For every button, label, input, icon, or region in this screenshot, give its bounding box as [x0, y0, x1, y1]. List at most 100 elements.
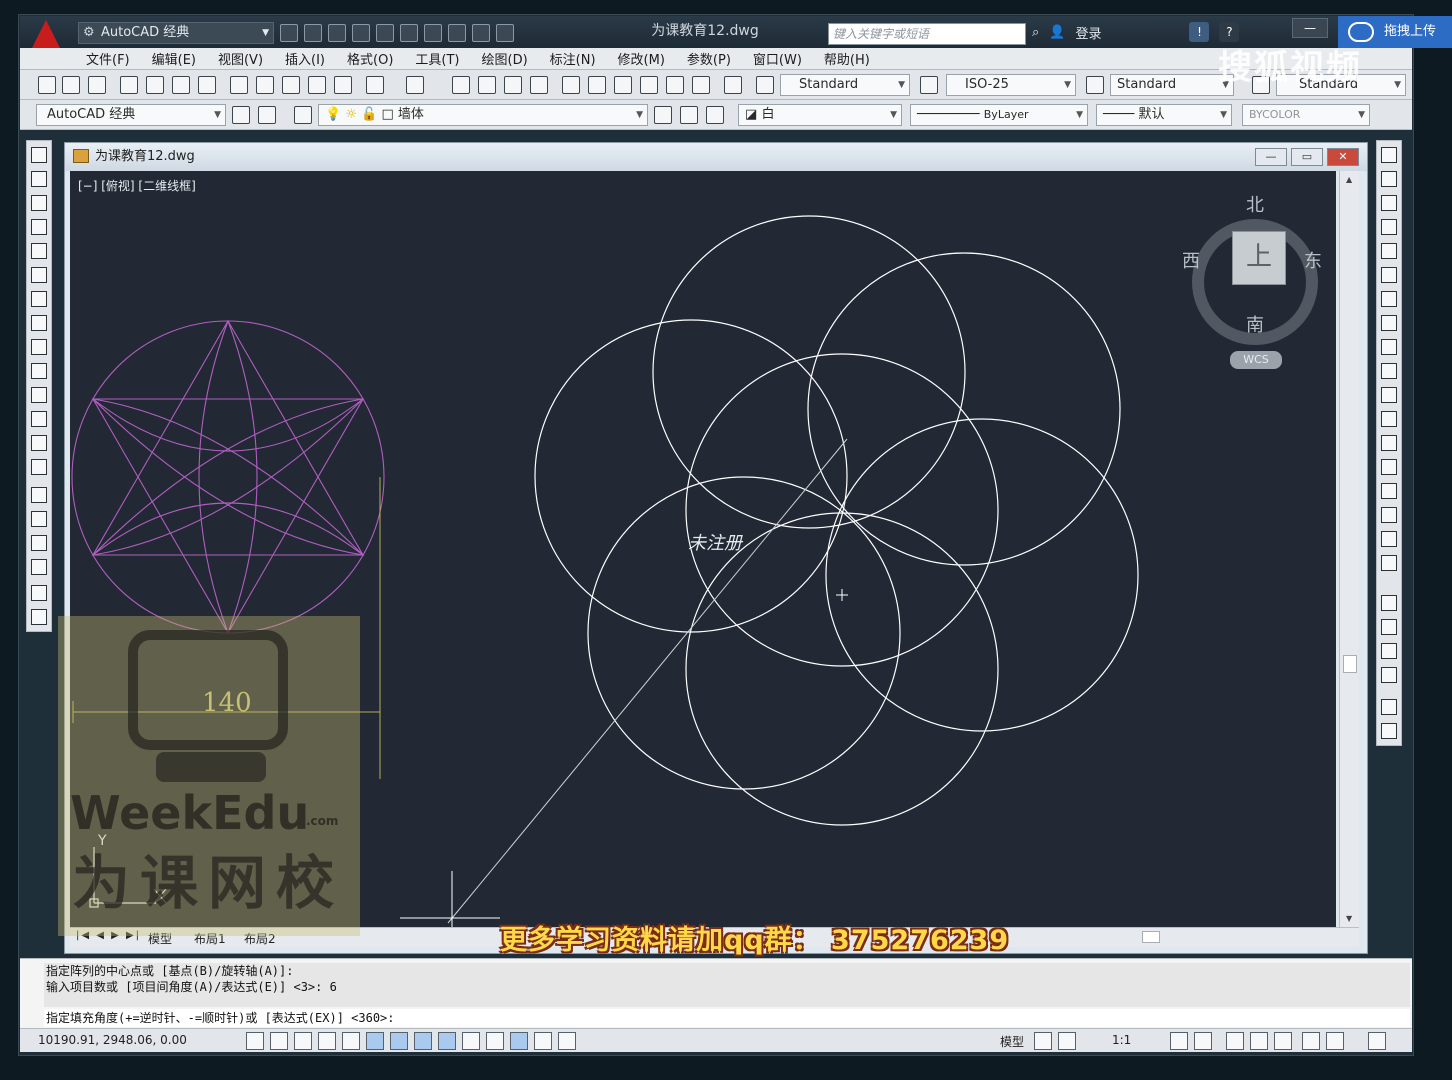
text-style-select[interactable]: Standard ▼: [780, 74, 910, 96]
menu-modify[interactable]: 修改(M): [618, 49, 665, 68]
annotation-visibility-icon[interactable]: [1170, 1032, 1188, 1050]
status-bar-menu-icon[interactable]: [1326, 1032, 1344, 1050]
new-file-icon[interactable]: [38, 76, 56, 94]
save-file-icon[interactable]: [88, 76, 106, 94]
workspace-combo[interactable]: AutoCAD 经典 ▼: [36, 104, 226, 126]
stretch-icon[interactable]: [1381, 339, 1397, 355]
print-icon[interactable]: [304, 24, 322, 42]
scroll-up-icon[interactable]: ▲: [1346, 175, 1352, 184]
annotation-scale[interactable]: 1:1: [1112, 1033, 1131, 1047]
pan-icon[interactable]: [452, 76, 470, 94]
publish-icon[interactable]: [472, 24, 490, 42]
menu-window[interactable]: 窗口(W): [753, 49, 802, 68]
layer-previous-icon[interactable]: [680, 106, 698, 124]
hatch-icon[interactable]: [31, 487, 47, 503]
rectangle-icon[interactable]: [31, 243, 47, 259]
binoculars-icon[interactable]: ⌕: [1032, 25, 1039, 40]
layer-select[interactable]: 💡 ☼ 🔓 □ 墙体 ▼: [318, 104, 648, 126]
copy-object-icon[interactable]: [1381, 171, 1397, 187]
menu-insert[interactable]: 插入(I): [285, 49, 325, 68]
quick-view-layouts-icon[interactable]: [1034, 1032, 1052, 1050]
revision-cloud-icon[interactable]: [31, 315, 47, 331]
minimize-drawing-button[interactable]: —: [1255, 148, 1287, 166]
rotate-icon[interactable]: [1381, 291, 1397, 307]
multiline-text-icon[interactable]: [31, 585, 47, 601]
selection-cycling-toggle[interactable]: [558, 1032, 576, 1050]
text-style-icon[interactable]: [756, 76, 774, 94]
polyline-icon[interactable]: [31, 195, 47, 211]
draworder-above-icon[interactable]: [1381, 643, 1397, 659]
workspace-switch-icon[interactable]: [1226, 1032, 1244, 1050]
spline-icon[interactable]: [31, 339, 47, 355]
open-icon[interactable]: [280, 24, 298, 42]
break-icon[interactable]: [1381, 435, 1397, 451]
region-icon[interactable]: [31, 535, 47, 551]
arc-icon[interactable]: [31, 267, 47, 283]
plot-style-select[interactable]: BYCOLOR ▼: [1242, 104, 1370, 126]
auto-scale-icon[interactable]: [1194, 1032, 1212, 1050]
construction-line-icon[interactable]: [31, 171, 47, 187]
saveas-icon[interactable]: [424, 24, 442, 42]
menu-dimension[interactable]: 标注(N): [550, 49, 596, 68]
join-icon[interactable]: [1381, 459, 1397, 475]
open-file-icon[interactable]: [62, 76, 80, 94]
login-link[interactable]: 登录: [1075, 23, 1101, 42]
zoom-previous-icon[interactable]: [530, 76, 548, 94]
hatch-back-icon[interactable]: [1381, 723, 1397, 739]
preview-icon[interactable]: [146, 76, 164, 94]
draworder-front-icon[interactable]: [1381, 595, 1397, 611]
workspace-settings-icon[interactable]: [232, 106, 250, 124]
make-block-icon[interactable]: [31, 435, 47, 451]
vertical-scroll-thumb[interactable]: [1343, 655, 1357, 673]
maximize-drawing-button[interactable]: ▭: [1291, 148, 1323, 166]
menu-help[interactable]: 帮助(H): [824, 49, 870, 68]
snap-toggle[interactable]: [270, 1032, 288, 1050]
quick-view-drawings-icon[interactable]: [1058, 1032, 1076, 1050]
lineweight-select[interactable]: ──── 默认 ▼: [1096, 104, 1232, 126]
3dosnap-toggle[interactable]: [390, 1032, 408, 1050]
mirror-icon[interactable]: [1381, 195, 1397, 211]
extend-icon[interactable]: [1381, 387, 1397, 403]
text-front-icon[interactable]: [1381, 699, 1397, 715]
layer-manager-icon[interactable]: [294, 106, 312, 124]
grid-toggle[interactable]: [294, 1032, 312, 1050]
otrack-toggle[interactable]: [414, 1032, 432, 1050]
undo-tb-icon[interactable]: [366, 76, 384, 94]
user-icon[interactable]: 👤: [1049, 25, 1065, 40]
new-icon[interactable]: [328, 24, 346, 42]
workspace-select[interactable]: ⚙ AutoCAD 经典 ▼: [78, 22, 274, 44]
move-icon[interactable]: [1381, 267, 1397, 283]
save-small-icon[interactable]: [496, 24, 514, 42]
help-tb-icon[interactable]: [724, 76, 742, 94]
horizontal-scroll-thumb[interactable]: [1142, 931, 1160, 943]
table-style-select[interactable]: Standard ▼: [1110, 74, 1234, 96]
minimize-button[interactable]: —: [1292, 18, 1328, 38]
lineweight-toggle[interactable]: [486, 1032, 504, 1050]
plot-icon[interactable]: [448, 24, 466, 42]
save-icon[interactable]: [400, 24, 418, 42]
polar-toggle[interactable]: [342, 1032, 360, 1050]
ortho-toggle[interactable]: [318, 1032, 336, 1050]
dyn-toggle[interactable]: [462, 1032, 480, 1050]
make-current-icon[interactable]: [654, 106, 672, 124]
linetype-select[interactable]: ──────── ByLayer ▼: [910, 104, 1088, 126]
sheet-set-icon[interactable]: [640, 76, 658, 94]
search-input[interactable]: 键入关键字或短语: [828, 23, 1026, 45]
tool-palettes-icon[interactable]: [614, 76, 632, 94]
fillet-icon[interactable]: [1381, 507, 1397, 523]
erase-icon[interactable]: [1381, 147, 1397, 163]
help-icon[interactable]: ?: [1219, 22, 1240, 42]
undo-icon[interactable]: [376, 24, 394, 42]
color-select[interactable]: ◪ 白 ▼: [738, 104, 902, 126]
quick-properties-toggle[interactable]: [534, 1032, 552, 1050]
hardware-acceleration-icon[interactable]: [1274, 1032, 1292, 1050]
design-center-icon[interactable]: [588, 76, 606, 94]
paste-icon[interactable]: [282, 76, 300, 94]
ellipse-arc-icon[interactable]: [31, 387, 47, 403]
add-selected-icon[interactable]: [31, 609, 47, 625]
copy-icon[interactable]: [256, 76, 274, 94]
menu-format[interactable]: 格式(O): [347, 49, 393, 68]
redo-icon[interactable]: [352, 24, 370, 42]
dim-style-icon[interactable]: [920, 76, 938, 94]
calculator-icon[interactable]: [692, 76, 710, 94]
